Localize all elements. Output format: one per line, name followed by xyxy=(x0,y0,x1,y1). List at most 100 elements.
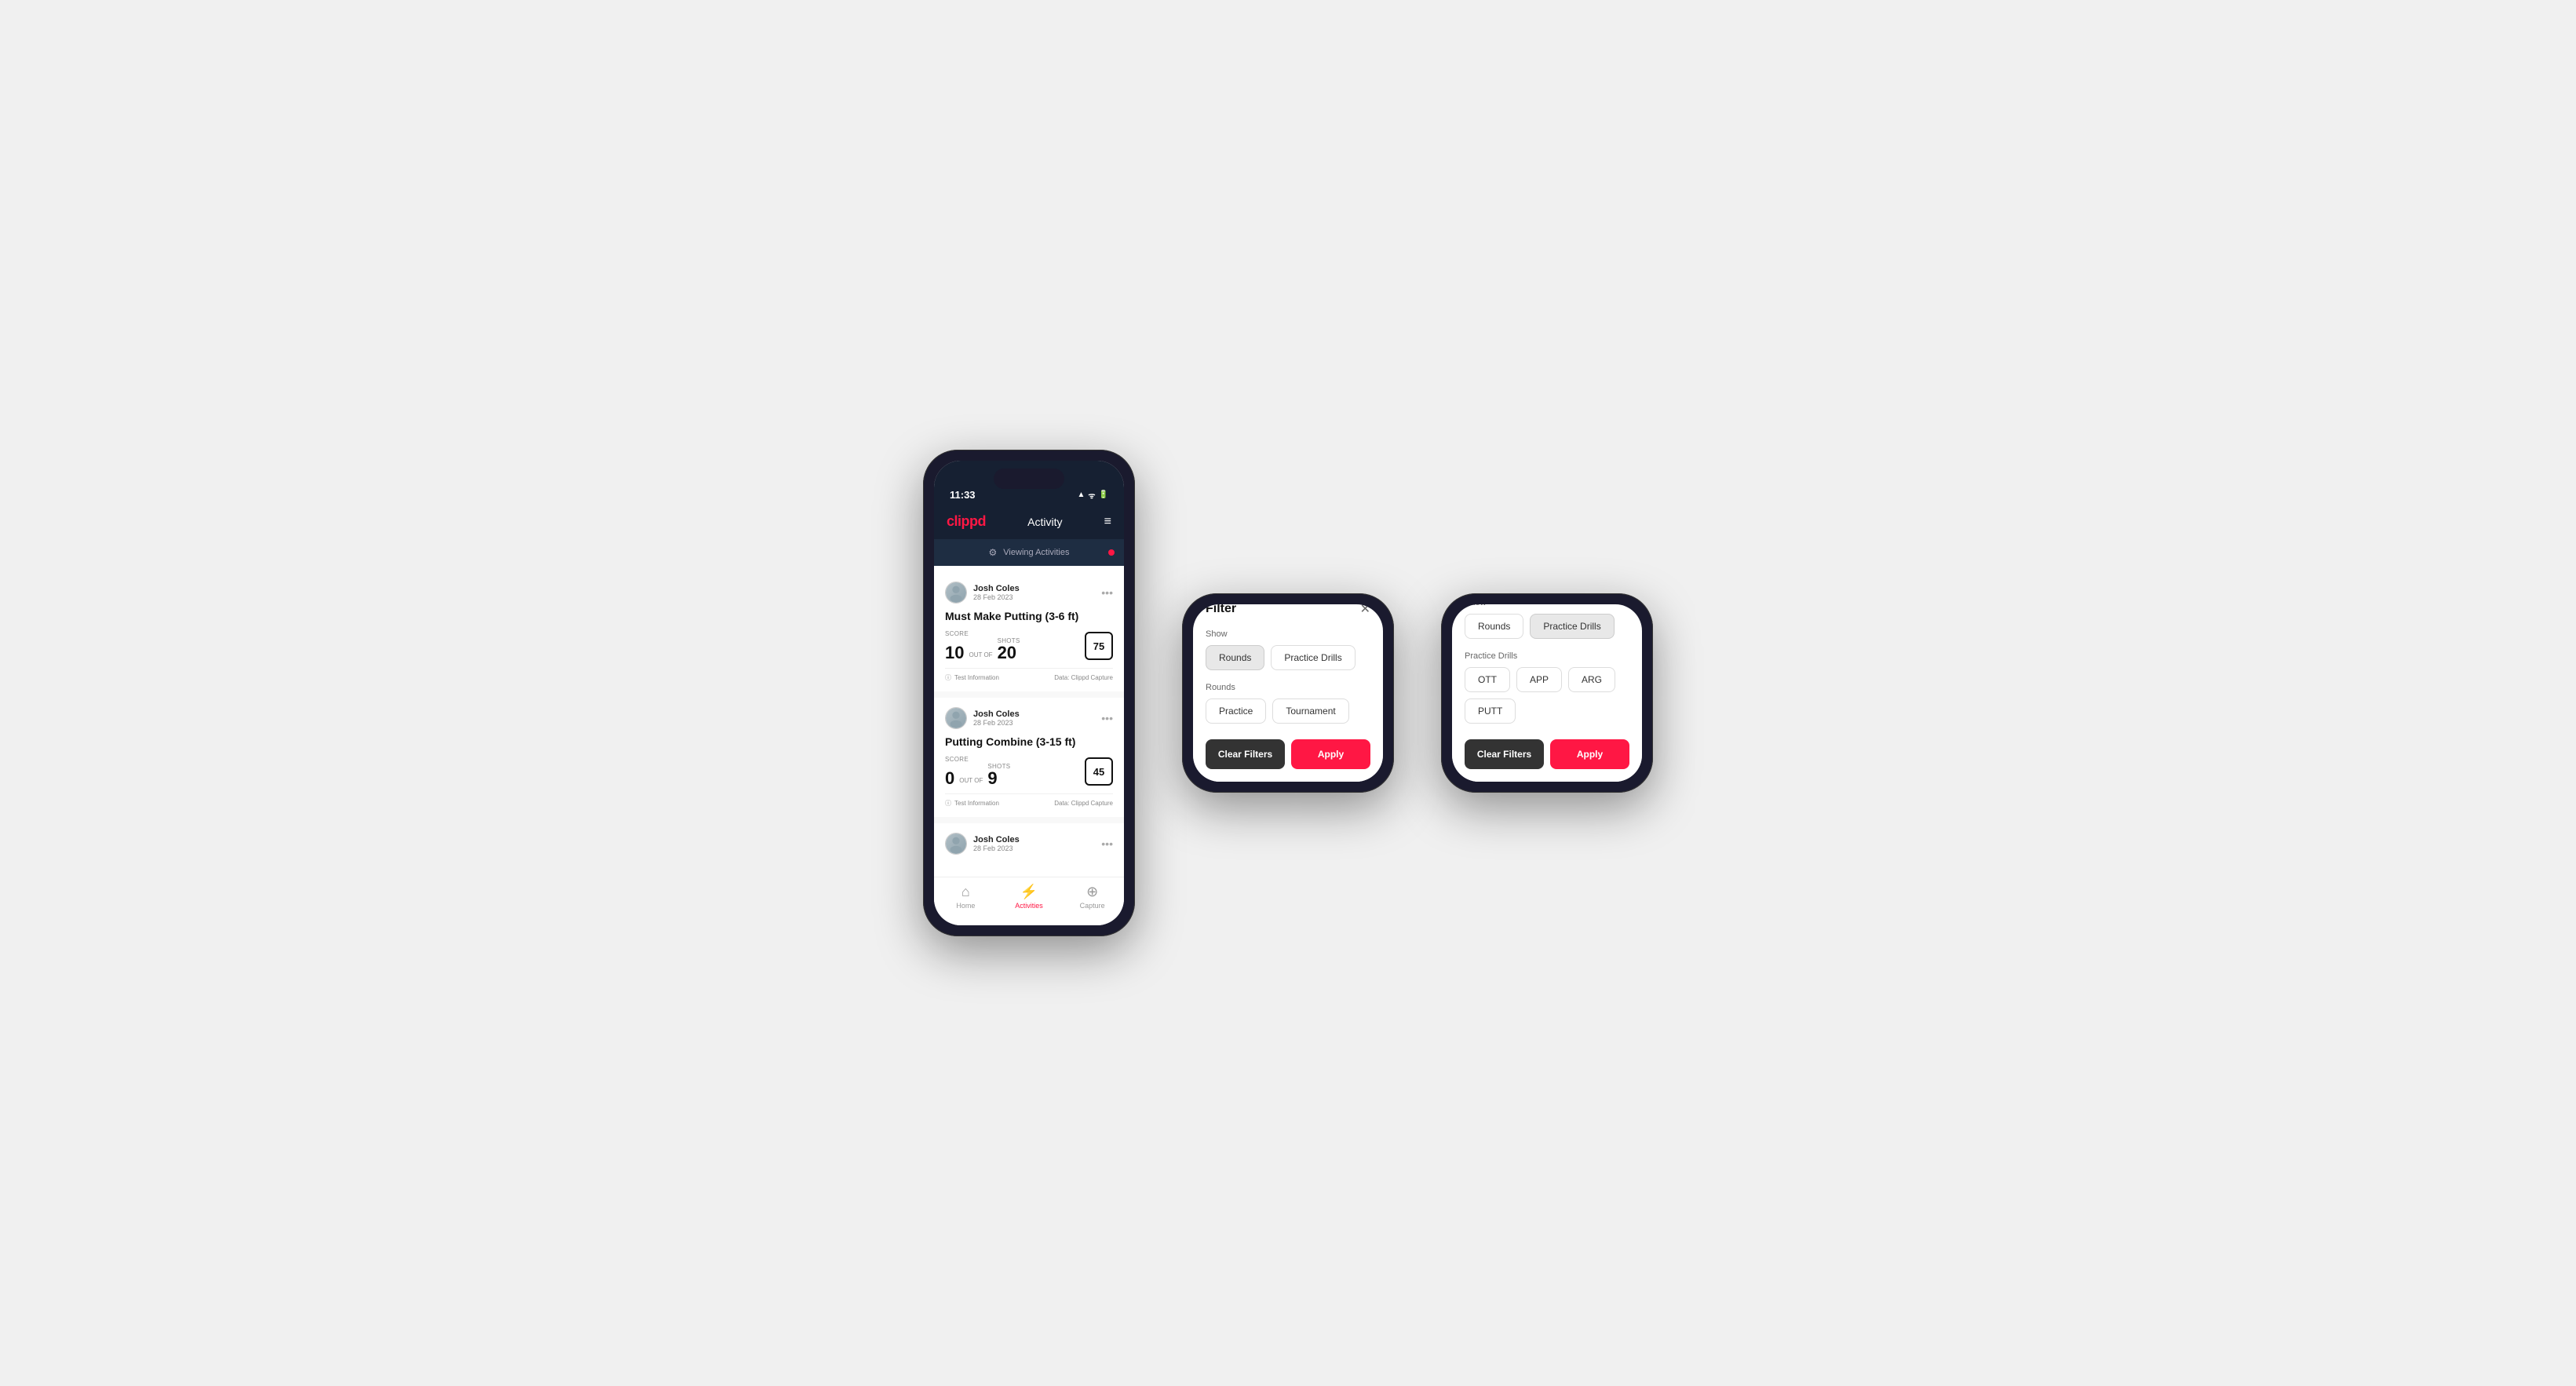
capture-icon: ⊕ xyxy=(1086,884,1098,900)
user-info: Josh Coles 28 Feb 2023 xyxy=(945,582,1020,604)
filter-btn-ott[interactable]: OTT xyxy=(1465,667,1510,692)
user-info: Josh Coles 28 Feb 2023 xyxy=(945,833,1020,855)
filter-modal: Filter ✕ Show Rounds Practice Drills Rou… xyxy=(1193,604,1383,782)
out-of-label: OUT OF xyxy=(959,777,983,784)
activity-title: Putting Combine (3-15 ft) xyxy=(945,735,1113,748)
user-details: Josh Coles 28 Feb 2023 xyxy=(973,584,1020,601)
shot-quality-value: 75 xyxy=(1093,640,1104,652)
card-footer: ⓘ Test Information Data: Clippd Capture xyxy=(945,668,1113,682)
score-value: 10 xyxy=(945,644,964,662)
signal-icon: ▲ xyxy=(1078,491,1085,499)
filter-modal: Filter ✕ Show Rounds Practice Drills Pra… xyxy=(1452,604,1642,782)
shot-quality-badge: 75 xyxy=(1085,632,1113,660)
card-header: Josh Coles 28 Feb 2023 ••• xyxy=(945,582,1113,604)
menu-icon[interactable]: ≡ xyxy=(1104,515,1111,529)
footer-data: Data: Clippd Capture xyxy=(1054,674,1113,681)
info-icon: ⓘ xyxy=(945,673,951,682)
show-section: Show Rounds Practice Drills xyxy=(1465,604,1629,639)
shots-stat: Shots 20 xyxy=(998,637,1020,662)
activity-title: Must Make Putting (3-6 ft) xyxy=(945,610,1113,622)
card-footer: ⓘ Test Information Data: Clippd Capture xyxy=(945,793,1113,808)
avatar-image xyxy=(946,833,966,854)
avatar-image xyxy=(946,582,966,603)
filter-icon: ⚙ xyxy=(989,547,998,558)
avatar xyxy=(945,833,967,855)
score-label: Score xyxy=(945,756,1010,763)
filter-btn-tournament[interactable]: Tournament xyxy=(1272,698,1348,724)
user-name: Josh Coles xyxy=(973,709,1020,719)
modal-header: Filter ✕ xyxy=(1206,604,1370,617)
status-icons: ▲ ᯤ 🔋 xyxy=(1078,490,1109,501)
score-label: Score xyxy=(945,630,1020,637)
footer-info: ⓘ Test Information xyxy=(945,799,999,808)
status-time: 11:33 xyxy=(950,489,976,501)
avatar xyxy=(945,707,967,729)
info-icon: ⓘ xyxy=(945,799,951,808)
modal-close-button[interactable]: ✕ xyxy=(1360,604,1370,617)
shots-value: 9 xyxy=(987,770,1010,787)
filter-btn-arg[interactable]: ARG xyxy=(1568,667,1615,692)
shot-quality-value: 45 xyxy=(1093,766,1104,778)
show-buttons: Rounds Practice Drills xyxy=(1465,614,1629,639)
out-of-label: OUT OF xyxy=(969,651,992,658)
nav-label-capture: Capture xyxy=(1080,902,1105,910)
user-details: Josh Coles 28 Feb 2023 xyxy=(973,709,1020,727)
clear-filters-button[interactable]: Clear Filters xyxy=(1206,739,1285,769)
shot-quality-badge: 45 xyxy=(1085,757,1113,786)
card-header: Josh Coles 28 Feb 2023 ••• xyxy=(945,833,1113,855)
shots-value: 20 xyxy=(998,644,1020,662)
shots-stat: Shots 9 xyxy=(987,763,1010,787)
rounds-section: Rounds Practice Tournament xyxy=(1206,683,1370,724)
drills-label: Practice Drills xyxy=(1465,651,1629,661)
drills-buttons: OTT APP ARG PUTT xyxy=(1465,667,1629,724)
avatar xyxy=(945,582,967,604)
clear-filters-button[interactable]: Clear Filters xyxy=(1465,739,1544,769)
phone-screen: 11:33 ▲ ᯤ 🔋 clippd Activity ≡ ⚙ Viewing … xyxy=(1193,604,1383,782)
score-value: 0 xyxy=(945,770,954,787)
dynamic-island xyxy=(994,469,1064,489)
show-section: Show Rounds Practice Drills xyxy=(1206,629,1370,670)
score-stat: Score 0 OUT OF Shots 9 xyxy=(945,756,1010,787)
filter-btn-putt[interactable]: PUTT xyxy=(1465,698,1516,724)
activities-icon: ⚡ xyxy=(1020,884,1038,900)
home-icon: ⌂ xyxy=(961,884,970,900)
notification-dot xyxy=(1108,549,1115,556)
nav-item-home[interactable]: ⌂ Home xyxy=(934,884,998,910)
more-options-button[interactable]: ••• xyxy=(1101,712,1113,724)
user-date: 28 Feb 2023 xyxy=(973,719,1020,727)
wifi-icon: ᯤ xyxy=(1088,490,1095,501)
phone-activity-list: 11:33 ▲ ᯤ 🔋 clippd Activity ≡ ⚙ Viewing … xyxy=(923,450,1135,936)
user-name: Josh Coles xyxy=(973,835,1020,844)
viewing-activities-bar[interactable]: ⚙ Viewing Activities xyxy=(934,539,1124,566)
apply-button[interactable]: Apply xyxy=(1550,739,1629,769)
viewing-activities-text: Viewing Activities xyxy=(1003,548,1069,557)
activity-list: Josh Coles 28 Feb 2023 ••• Must Make Put… xyxy=(934,572,1124,870)
nav-label-activities: Activities xyxy=(1015,902,1043,910)
modal-footer: Clear Filters Apply xyxy=(1465,739,1629,769)
user-date: 28 Feb 2023 xyxy=(973,844,1020,852)
filter-btn-rounds[interactable]: Rounds xyxy=(1206,645,1264,670)
nav-item-activities[interactable]: ⚡ Activities xyxy=(998,884,1061,910)
card-header: Josh Coles 28 Feb 2023 ••• xyxy=(945,707,1113,729)
show-label: Show xyxy=(1206,629,1370,639)
nav-label-home: Home xyxy=(956,902,975,910)
filter-btn-practice[interactable]: Practice xyxy=(1206,698,1266,724)
filter-btn-practice-drills[interactable]: Practice Drills xyxy=(1530,614,1614,639)
phone-screen: 11:33 ▲ ᯤ 🔋 clippd Activity ≡ ⚙ Viewing … xyxy=(1452,604,1642,782)
show-buttons: Rounds Practice Drills xyxy=(1206,645,1370,670)
filter-btn-app[interactable]: APP xyxy=(1516,667,1562,692)
app-header: clippd Activity ≡ xyxy=(934,507,1124,539)
filter-btn-practice-drills[interactable]: Practice Drills xyxy=(1271,645,1355,670)
phone-screen: 11:33 ▲ ᯤ 🔋 clippd Activity ≡ ⚙ Viewing … xyxy=(934,461,1124,925)
activity-card: Josh Coles 28 Feb 2023 ••• Must Make Put… xyxy=(934,572,1124,691)
modal-footer: Clear Filters Apply xyxy=(1206,739,1370,769)
phone-filter-rounds: 11:33 ▲ ᯤ 🔋 clippd Activity ≡ ⚙ Viewing … xyxy=(1182,593,1394,793)
activity-card: Josh Coles 28 Feb 2023 ••• Putting Combi… xyxy=(934,698,1124,817)
filter-btn-rounds[interactable]: Rounds xyxy=(1465,614,1523,639)
apply-button[interactable]: Apply xyxy=(1291,739,1370,769)
rounds-label: Rounds xyxy=(1206,683,1370,692)
avatar-image xyxy=(946,708,966,728)
more-options-button[interactable]: ••• xyxy=(1101,586,1113,599)
nav-item-capture[interactable]: ⊕ Capture xyxy=(1060,884,1124,910)
more-options-button[interactable]: ••• xyxy=(1101,837,1113,850)
